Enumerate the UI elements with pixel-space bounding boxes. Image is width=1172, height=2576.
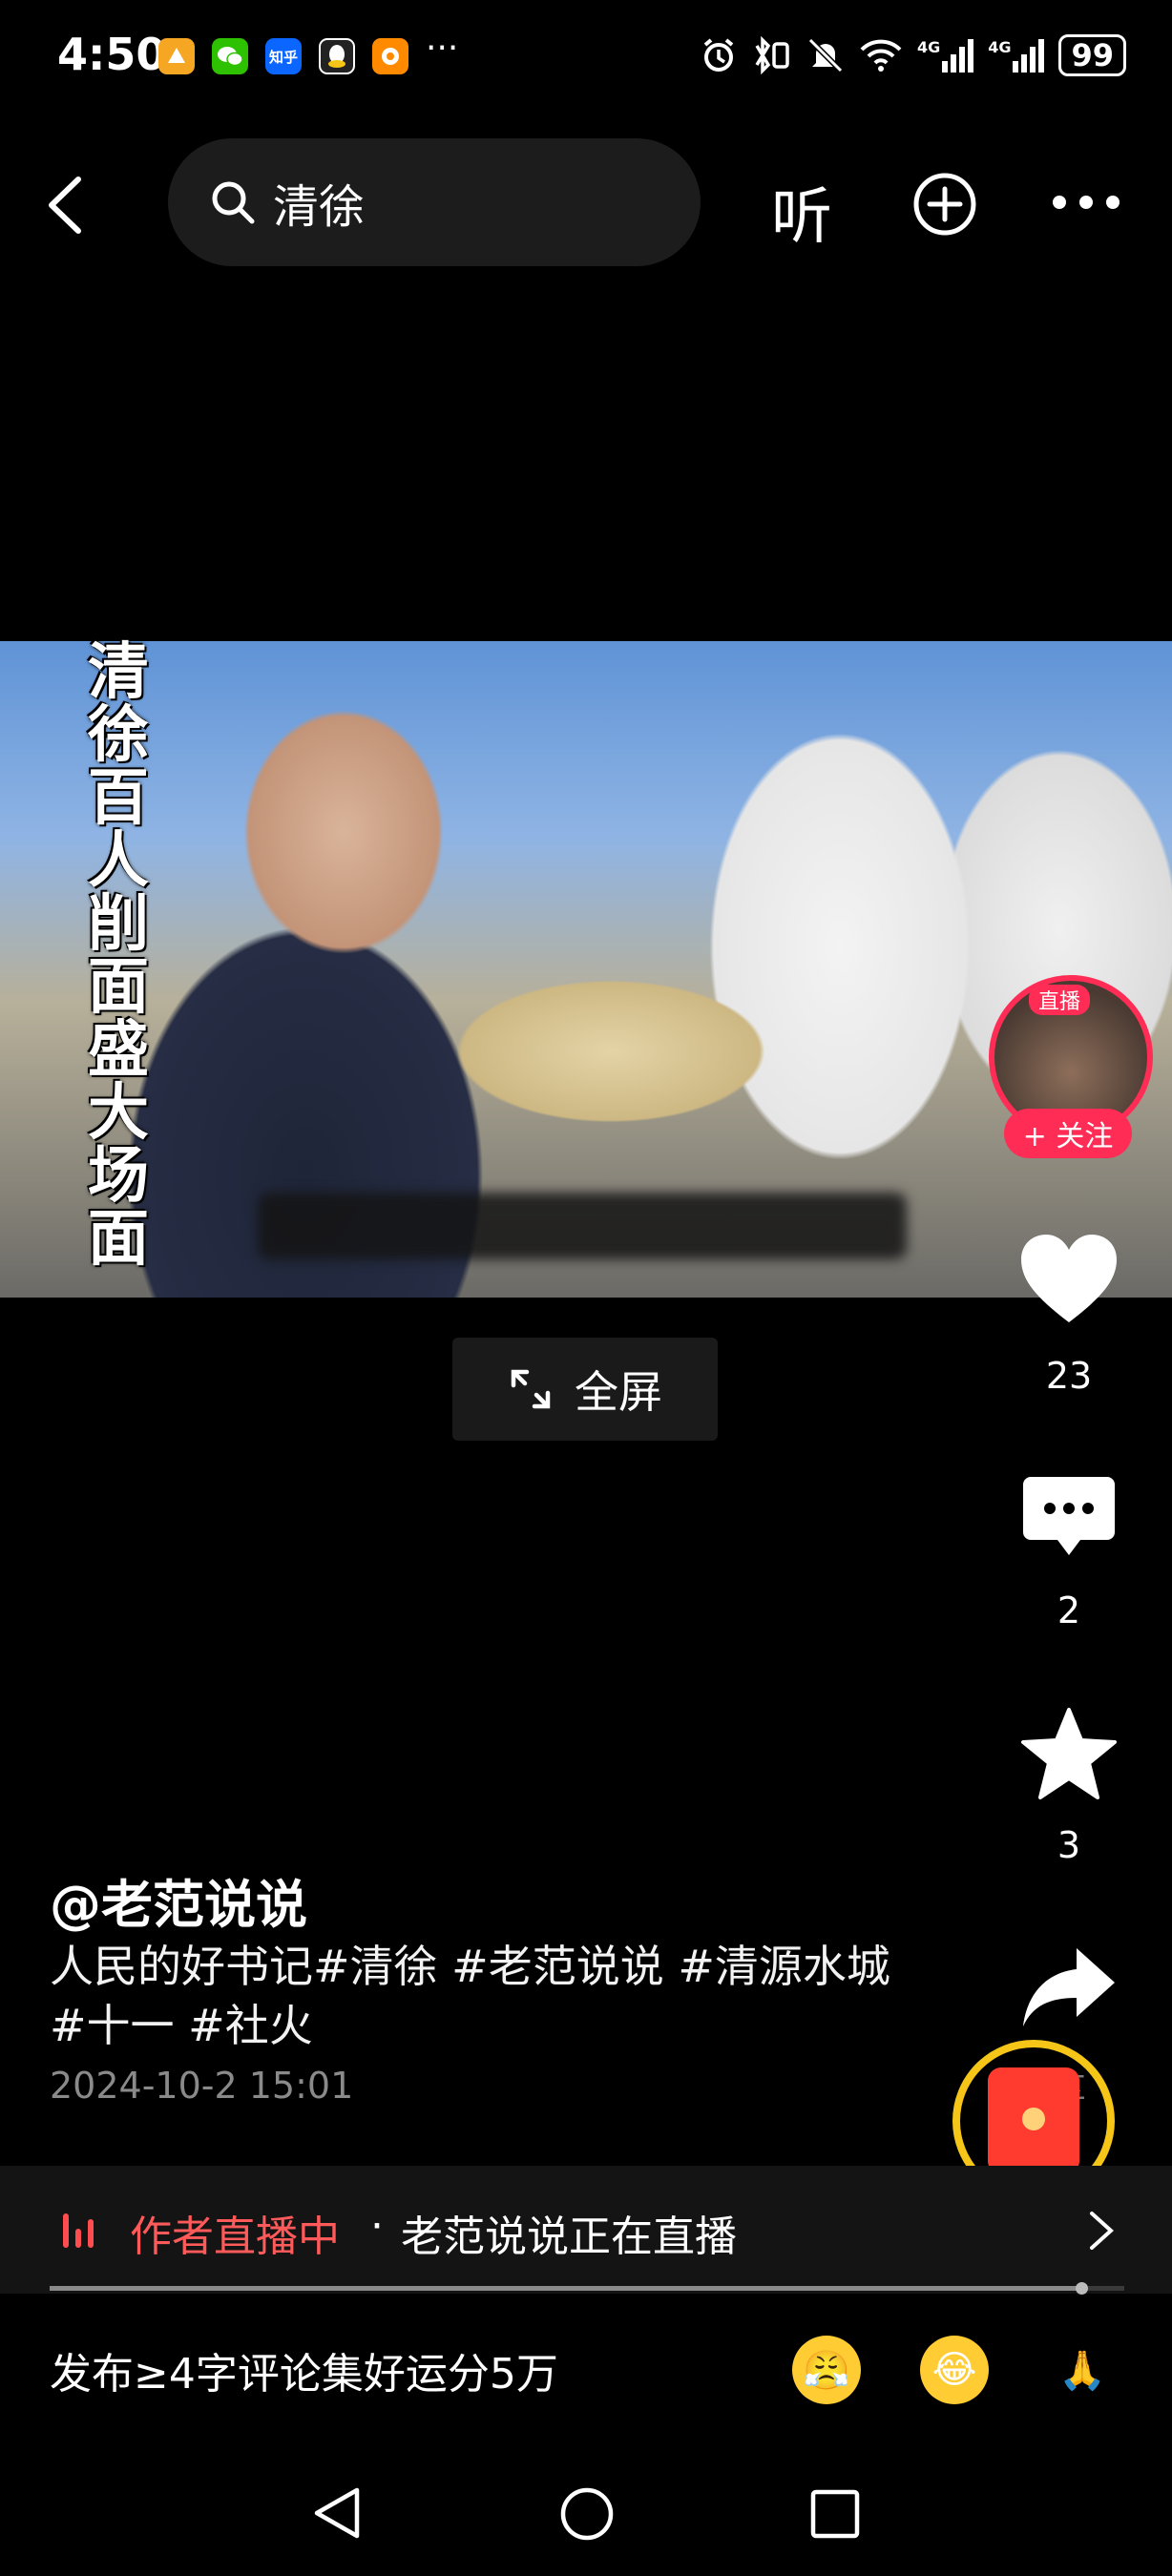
wifi-icon [860,39,902,72]
cell-signal-icon [1013,39,1045,73]
red-envelope-icon [988,2067,1079,2174]
nav-recents-icon[interactable] [809,2488,861,2540]
search-icon [212,181,255,224]
alarm-icon [703,38,734,72]
live-text: 老范说说正在直播 [401,2212,737,2261]
fullscreen-button[interactable]: 全屏 [452,1338,718,1441]
signal-2: 4G [988,38,1045,73]
chevron-right-icon [1088,2210,1115,2255]
author-name[interactable]: @老范说说 [50,1862,307,1938]
share-arrow-icon [1023,1948,1115,2026]
favorite-count: 3 [1057,1824,1081,1866]
signal-1-label: 4G [916,38,941,56]
live-tag: 直播 [1029,985,1091,1015]
back-arrow-icon [49,177,81,234]
game-app-icon [372,38,408,74]
cell-signal-icon [942,39,974,73]
more-notifications-icon: ··· [426,29,459,68]
like-count: 23 [1045,1355,1093,1397]
plus-circle-icon [913,173,976,236]
live-label: 作者直播中 [130,2212,340,2261]
comment-input[interactable]: 发布≥4字评论集好运分5万 [50,2339,558,2400]
more-dots-icon [1053,196,1120,209]
progress-fill [50,2286,1081,2291]
search-query: 清徐 [273,180,366,234]
emoji-angry-button[interactable]: 😤 [792,2336,861,2404]
live-separator: · [370,2202,384,2251]
post-date: 2024-10-2 15:01 [50,2065,354,2107]
nav-home-icon[interactable] [559,2486,615,2542]
follow-button[interactable]: + 关注 [1004,1109,1132,1158]
status-indicators: 4G 4G 99 [700,34,1126,76]
emoji-laugh-button[interactable]: 😂 [920,2336,989,2404]
xiaoxiang-app-icon [158,38,195,74]
status-bar: 4:50 知乎 ··· 4G 4G 99 [0,0,1172,114]
signal-1: 4G [917,38,974,73]
star-icon [1021,1708,1117,1799]
more-options-button[interactable] [1050,191,1122,218]
post-description: 人民的好书记#清徐 #老范说说 #清源水城 #十一 #社火 [50,1941,890,2051]
wechat-icon [212,38,248,74]
listen-button[interactable]: 听 [771,168,832,256]
progress-handle[interactable] [1075,2282,1088,2295]
signal-2-label: 4G [988,38,1012,56]
fullscreen-label: 全屏 [575,1366,662,1418]
system-nav-bar [0,2442,1172,2576]
heart-icon [1021,1235,1117,1322]
battery-indicator: 99 [1058,34,1126,76]
bluetooth-vibrate-icon [755,36,789,74]
favorite-button[interactable] [1012,1706,1126,1805]
blurred-subtitle [258,1193,907,1259]
emoji-pray-button[interactable]: 🙏 [1048,2336,1117,2404]
zhihu-icon: 知乎 [265,38,302,74]
nav-back-icon[interactable] [311,2484,363,2542]
video-caption: 清徐百人削面盛大场面 [88,637,149,1275]
like-button[interactable] [1012,1231,1126,1330]
live-wave-icon [63,2212,94,2248]
comment-button[interactable] [1012,1473,1126,1565]
status-time: 4:50 [57,29,167,80]
mute-icon [807,37,844,73]
add-button[interactable] [912,172,977,240]
comment-count: 2 [1057,1589,1081,1631]
search-box[interactable]: 清徐 [168,138,701,266]
qq-icon [319,38,355,74]
share-button[interactable] [1012,1942,1126,2034]
comment-bubble-icon [1023,1477,1115,1555]
back-button[interactable] [46,167,103,243]
expand-icon [511,1369,551,1409]
